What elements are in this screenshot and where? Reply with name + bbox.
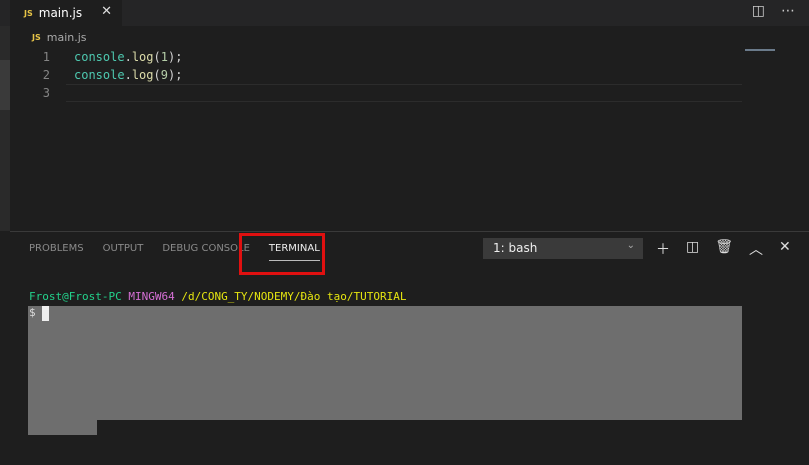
editor-tab-bar: JS main.js ✕ ◫ ⋯	[0, 0, 809, 26]
tab-output[interactable]: OUTPUT	[103, 243, 144, 261]
breadcrumb-file: main.js	[46, 31, 87, 44]
token: .	[124, 68, 132, 82]
tab-label: main.js	[38, 6, 83, 20]
tab-main-js[interactable]: JS main.js ✕	[10, 0, 122, 26]
code-line: 3	[0, 84, 182, 102]
tab-debug-console[interactable]: DEBUG CONSOLE	[162, 243, 250, 261]
token: log	[131, 68, 154, 82]
close-icon[interactable]: ✕	[101, 4, 112, 19]
js-file-icon: JS	[24, 8, 33, 18]
terminal-cursor[interactable]	[42, 306, 49, 321]
redacted-overlay	[28, 306, 742, 420]
line-number: 3	[42, 86, 50, 100]
terminal-select[interactable]: 1: bash ⌄	[483, 238, 643, 259]
minimap[interactable]	[745, 49, 775, 51]
new-terminal-icon[interactable]: ＋	[656, 239, 670, 259]
terminal-select-value: 1: bash	[493, 241, 538, 255]
token: );	[167, 50, 183, 64]
trash-icon[interactable]: 🗑	[715, 239, 733, 259]
breadcrumb[interactable]: JS main.js	[32, 31, 87, 44]
split-editor-icon[interactable]: ◫	[752, 3, 765, 19]
token: 1	[160, 50, 168, 64]
terminal-user: Frost@Frost-PC	[29, 290, 122, 303]
line-number: 2	[42, 68, 50, 82]
split-terminal-icon[interactable]: ◫	[686, 239, 699, 259]
code-line: 2 console.log(9);	[0, 66, 183, 84]
terminal-prompt-line: Frost@Frost-PC MINGW64 /d/CONG_TY/NODEMY…	[29, 290, 407, 303]
tab-problems[interactable]: PROBLEMS	[29, 243, 84, 261]
more-actions-icon[interactable]: ⋯	[781, 3, 795, 19]
token: );	[167, 68, 183, 82]
token: console	[74, 68, 125, 82]
close-panel-icon[interactable]: ✕	[779, 239, 791, 259]
token: (	[153, 68, 161, 82]
token: .	[124, 50, 132, 64]
chevron-down-icon: ⌄	[626, 240, 635, 251]
redacted-overlay	[28, 419, 97, 435]
token: 9	[160, 68, 168, 82]
token: log	[131, 50, 154, 64]
token: console	[74, 50, 125, 64]
token: (	[153, 50, 161, 64]
code-editor[interactable]: 1 console.log(1); 2 console.log(9); 3	[0, 48, 183, 102]
terminal-dollar: $	[29, 306, 36, 319]
line-number: 1	[42, 50, 50, 64]
code-line: 1 console.log(1);	[0, 48, 183, 66]
terminal-path: /d/CONG_TY/NODEMY/Đào tạo/TUTORIAL	[181, 290, 407, 303]
js-file-icon: JS	[32, 33, 41, 42]
highlight-box	[239, 233, 325, 275]
chevron-up-icon[interactable]: ︿	[749, 239, 763, 259]
terminal-env: MINGW64	[128, 290, 175, 303]
